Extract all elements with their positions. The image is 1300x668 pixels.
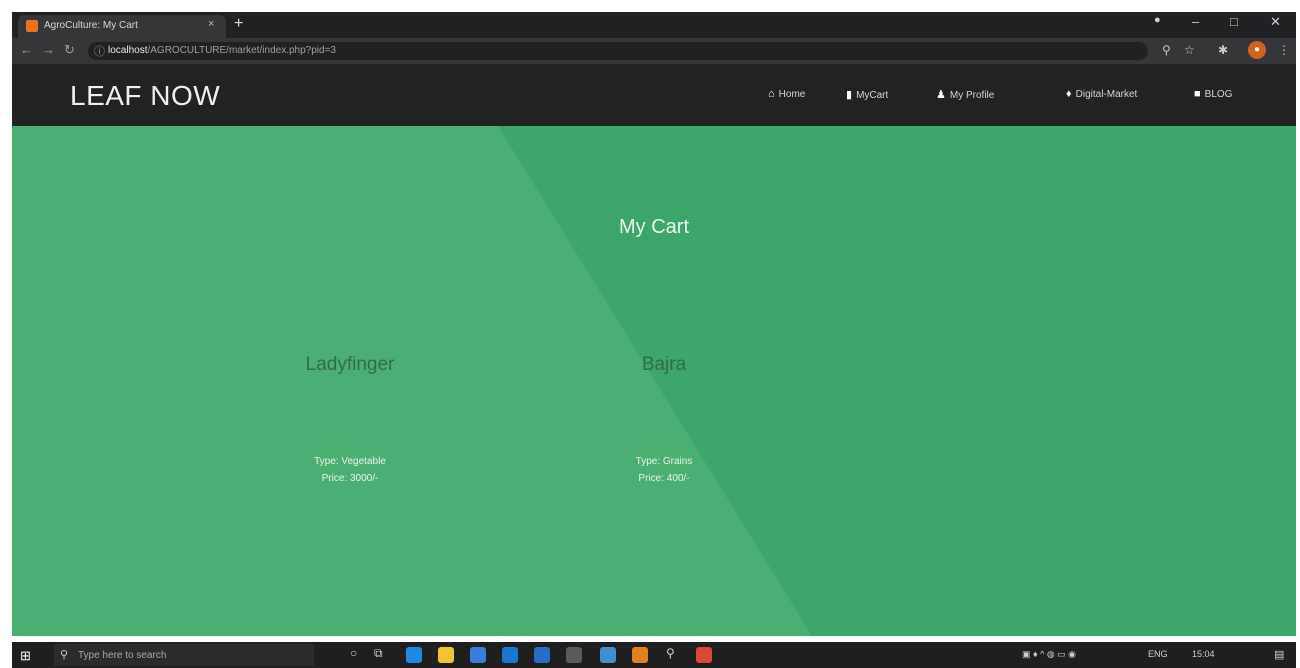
menu-icon[interactable]: ⋮	[1278, 43, 1290, 57]
url-path: /AGROCULTURE/market/index.php?pid=3	[147, 45, 336, 56]
product-type: Type: Grains	[635, 456, 693, 467]
notifications-icon[interactable]: ▤	[1274, 648, 1284, 661]
nav-mycart[interactable]: ▮ MyCart	[846, 88, 888, 101]
extensions-icon[interactable]: ✱	[1218, 43, 1228, 57]
task-view-icon[interactable]: ⧉	[374, 646, 383, 661]
nav-home[interactable]: ⌂ Home	[768, 88, 805, 100]
tab-strip: AgroCulture: My Cart × + ● – □ ✕	[12, 12, 1296, 38]
search-icon: ⚲	[60, 649, 69, 661]
magnifier-icon[interactable]: ⚲	[666, 646, 675, 660]
nav-blog[interactable]: ■ BLOG	[1194, 88, 1232, 100]
product-price: Price: 3000/-	[321, 473, 379, 484]
zoom-icon[interactable]: ⚲	[1162, 43, 1171, 57]
tab-close-icon[interactable]: ×	[208, 18, 214, 30]
xampp-icon[interactable]	[632, 647, 648, 663]
tray-clock[interactable]: 15:04	[1192, 649, 1215, 659]
nav-home-label: Home	[778, 89, 806, 100]
page-title: My Cart	[619, 216, 689, 238]
nav-blog-label: BLOG	[1204, 89, 1233, 100]
reload-icon[interactable]: ↻	[64, 42, 75, 58]
forward-icon[interactable]: →	[42, 42, 55, 57]
store-icon[interactable]	[470, 647, 486, 663]
nav-profile-label: My Profile	[949, 90, 995, 101]
maximize-button[interactable]: □	[1230, 14, 1238, 29]
close-window-button[interactable]: ✕	[1270, 14, 1281, 30]
edge-icon[interactable]	[406, 647, 422, 663]
app-icon[interactable]	[566, 647, 582, 663]
cart-hero: My Cart Ladyfinger Type: Vegetable Price…	[12, 126, 1296, 636]
taskbar-search-input[interactable]: ⚲ Type here to search	[54, 644, 314, 666]
comment-icon: ■	[1194, 88, 1201, 100]
product-card-bajra[interactable]: Bajra Type: Grains Price: 400/-	[564, 354, 764, 484]
tray-language[interactable]: ENG	[1148, 649, 1168, 659]
profile-avatar[interactable]: ●	[1248, 41, 1266, 59]
file-explorer-icon[interactable]	[438, 647, 454, 663]
windows-start-icon[interactable]: ⊞	[20, 648, 31, 664]
browser-window: AgroCulture: My Cart × + ● – □ ✕ ← → ↻ ⓘ…	[12, 12, 1296, 636]
windows-taskbar: ⊞ ⚲ Type here to search ○ ⧉ ⚲ ▣ ♦ ^ ◍ ▭ …	[12, 642, 1296, 668]
product-card-ladyfinger[interactable]: Ladyfinger Type: Vegetable Price: 3000/-	[250, 354, 450, 484]
info-icon: ⓘ	[94, 46, 105, 58]
product-name: Bajra	[641, 354, 687, 375]
address-bar: ← → ↻ ⓘ localhost/AGROCULTURE/market/ind…	[12, 38, 1296, 64]
minimize-button[interactable]: –	[1192, 14, 1199, 29]
url-text: localhost/AGROCULTURE/market/index.php?p…	[108, 45, 336, 56]
tab-title: AgroCulture: My Cart	[44, 20, 138, 31]
home-icon: ⌂	[768, 88, 775, 100]
bookmark-star-icon[interactable]: ☆	[1184, 43, 1195, 57]
leaf-icon: ♦	[1066, 88, 1072, 100]
nav-profile[interactable]: ♟ My Profile	[936, 88, 994, 101]
url-input[interactable]: ⓘ localhost/AGROCULTURE/market/index.php…	[88, 42, 1148, 60]
tray-icons[interactable]: ▣ ♦ ^ ◍ ▭ ◉	[1022, 649, 1076, 660]
cart-icon: ▮	[846, 89, 853, 101]
brand-logo[interactable]: LEAF NOW	[70, 80, 220, 112]
nav-digital-market[interactable]: ♦ Digital-Market	[1066, 88, 1137, 100]
cortana-icon[interactable]: ○	[350, 646, 357, 660]
account-icon[interactable]: ●	[1154, 14, 1161, 26]
product-type: Type: Vegetable	[314, 456, 386, 467]
product-price: Price: 400/-	[638, 473, 690, 484]
search-placeholder: Type here to search	[78, 650, 167, 661]
word-icon[interactable]	[534, 647, 550, 663]
favicon-icon	[26, 20, 38, 32]
nav-mycart-label: MyCart	[856, 90, 889, 101]
browser-tab[interactable]: AgroCulture: My Cart ×	[18, 15, 226, 38]
product-name: Ladyfinger	[305, 354, 395, 375]
chrome-icon[interactable]	[696, 647, 712, 663]
user-icon: ♟	[936, 89, 946, 101]
vscode-icon[interactable]	[600, 647, 616, 663]
nav-digital-market-label: Digital-Market	[1075, 89, 1138, 100]
url-host: localhost	[108, 45, 148, 56]
back-icon[interactable]: ←	[20, 42, 33, 57]
new-tab-button[interactable]: +	[234, 15, 243, 33]
site-navbar: LEAF NOW ⌂ Home ▮ MyCart ♟ My Profile ♦ Digi…	[12, 64, 1296, 126]
mail-icon[interactable]	[502, 647, 518, 663]
